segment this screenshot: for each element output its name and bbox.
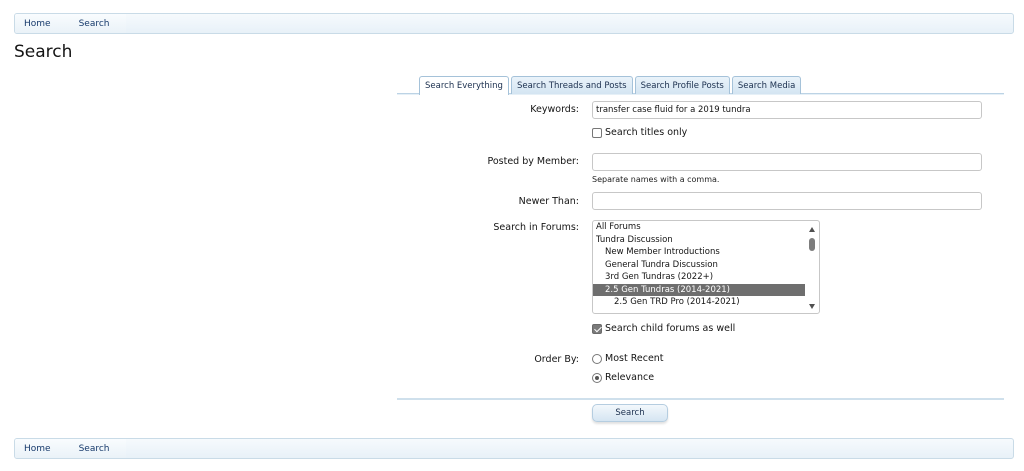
order-relevance-radio[interactable] [592,372,602,383]
newer-than-input[interactable] [592,192,982,210]
breadcrumb-current-link[interactable]: Search [62,14,126,33]
forum-option-general-tundra-discussion[interactable]: General Tundra Discussion [593,259,805,272]
tab-search-everything[interactable]: Search Everything [419,76,509,95]
breadcrumb-bottom-home-link[interactable]: Home [15,439,63,458]
tab-search-profile-posts[interactable]: Search Profile Posts [634,76,730,94]
forum-option-2-5-gen-tundras[interactable]: 2.5 Gen Tundras (2014-2021) [593,283,805,296]
order-relevance-label: Relevance [605,372,655,383]
keywords-label: Keywords: [530,104,579,115]
child-forums-row: Search child forums as well [592,323,735,334]
titles-only-label: Search titles only [605,127,688,138]
posted-by-member-label: Posted by Member: [487,156,579,167]
breadcrumb-home-link[interactable]: Home [15,14,63,33]
form-divider [397,398,1004,400]
page-title: Search [14,42,73,62]
keywords-input[interactable] [592,101,982,119]
breadcrumb-bottom: Home Search [14,438,1014,459]
forum-option-new-member-introductions[interactable]: New Member Introductions [593,246,805,259]
tab-search-threads-posts[interactable]: Search Threads and Posts [510,76,633,94]
breadcrumb-current-label: Search [78,18,110,29]
member-hint: Separate names with a comma. [592,175,720,184]
scroll-thumb[interactable] [809,238,815,251]
newer-than-label: Newer Than: [518,196,579,207]
order-most-recent-radio[interactable] [592,353,602,364]
breadcrumb-bottom-current-label: Search [78,443,110,454]
forum-option-all-forums[interactable]: All Forums [593,221,805,234]
child-forums-checkbox[interactable] [592,323,602,334]
forum-option-tundra-discussion[interactable]: Tundra Discussion [593,234,805,247]
breadcrumb-bottom-current-link[interactable]: Search [62,439,126,458]
listbox-scrollbar[interactable] [806,221,819,313]
tab-search-media[interactable]: Search Media [731,76,802,94]
search-form-panel: Search Everything Search Threads and Pos… [397,74,1004,422]
search-submit-button[interactable]: Search [592,404,668,422]
search-in-forums-label: Search in Forums: [493,222,579,233]
posted-by-member-input[interactable] [592,153,982,171]
forum-option-3rd-gen-tundras[interactable]: 3rd Gen Tundras (2022+) [593,271,805,284]
order-most-recent-row: Most Recent [592,353,664,364]
child-forums-label: Search child forums as well [605,323,736,334]
titles-only-row: Search titles only [592,127,687,138]
breadcrumb-top: Home Search [14,13,1014,34]
forums-listbox[interactable]: All Forums Tundra Discussion New Member … [592,220,820,314]
search-tabs: Search Everything Search Threads and Pos… [419,76,803,95]
order-by-label: Order By: [534,354,579,365]
forum-option-2-5-gen-trd-pro[interactable]: 2.5 Gen TRD Pro (2014-2021) [593,296,805,309]
scroll-up-arrow-icon[interactable] [809,227,815,232]
order-most-recent-label: Most Recent [605,353,664,364]
scroll-down-arrow-icon[interactable] [809,304,815,309]
order-relevance-row: Relevance [592,372,654,383]
titles-only-checkbox[interactable] [592,127,602,138]
